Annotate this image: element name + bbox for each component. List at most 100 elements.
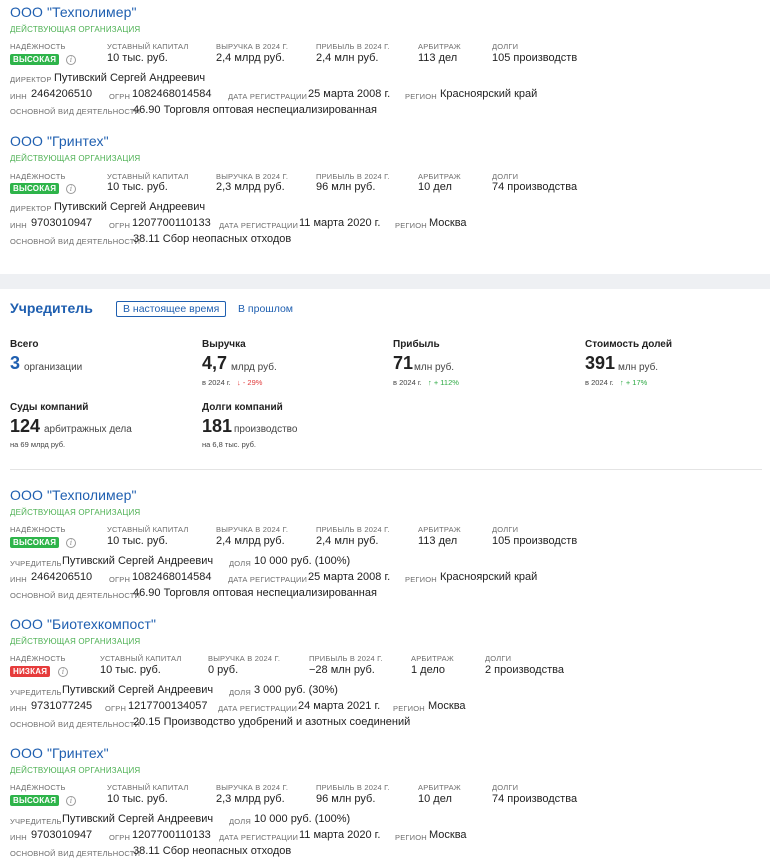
ogrn-value: 1217700134057 xyxy=(128,700,208,712)
arbitration-value: 10 дел xyxy=(418,181,452,193)
revenue-value: 2,3 млрд руб. xyxy=(216,181,285,193)
stat-debts-unit: производство xyxy=(234,424,298,435)
arbitration-label: АРБИТРАЖ xyxy=(418,172,461,181)
activity-label: ОСНОВНОЙ ВИД ДЕЯТЕЛЬНОСТИ xyxy=(10,107,141,116)
reg-date-value: 25 марта 2008 г. xyxy=(308,571,391,583)
region-value: Москва xyxy=(428,700,466,712)
activity-label: ОСНОВНОЙ ВИД ДЕЯТЕЛЬНОСТИ xyxy=(10,720,141,729)
person-role-label: ДИРЕКТОР xyxy=(10,75,52,84)
region-label: РЕГИОН xyxy=(393,704,425,713)
company-name-link[interactable]: ООО "Гринтех" xyxy=(10,133,109,149)
reg-date-value: 11 марта 2020 г. xyxy=(299,829,381,841)
capital-label: УСТАВНЫЙ КАПИТАЛ xyxy=(107,172,189,181)
company-status: ДЕЙСТВУЮЩАЯ ОРГАНИЗАЦИЯ xyxy=(10,25,141,34)
company-name-link[interactable]: ООО "Техполимер" xyxy=(10,487,137,503)
inn-value: 9703010947 xyxy=(31,217,93,229)
stat-total-value[interactable]: 3 xyxy=(10,353,20,374)
stat-revenue-unit: млрд руб. xyxy=(231,362,277,373)
share-label: ДОЛЯ xyxy=(229,559,251,568)
company-name-link[interactable]: ООО "Техполимер" xyxy=(10,4,137,20)
ogrn-label: ОГРН xyxy=(109,92,131,101)
reg-date-value: 11 марта 2020 г. xyxy=(299,217,381,229)
stat-courts-label: Суды компаний xyxy=(10,402,89,413)
revenue-label: ВЫРУЧКА В 2024 Г. xyxy=(208,654,281,663)
inn-value: 2464206510 xyxy=(31,571,93,583)
info-icon[interactable]: i xyxy=(66,55,76,65)
region-label: РЕГИОН xyxy=(395,833,427,842)
debts-label: ДОЛГИ xyxy=(492,172,519,181)
reliability-badge: ВЫСОКАЯ xyxy=(10,795,60,806)
reliability-badge: ВЫСОКАЯ xyxy=(10,54,60,65)
share-label: ДОЛЯ xyxy=(229,817,251,826)
stat-total-unit: организации xyxy=(24,362,83,373)
capital-label: УСТАВНЫЙ КАПИТАЛ xyxy=(100,654,182,663)
company-name-link[interactable]: ООО "Биотехкомпост" xyxy=(10,616,156,632)
inn-label: ИНН xyxy=(10,833,27,842)
person-link[interactable]: Путивский Сергей Андреевич xyxy=(54,72,205,84)
debts-value: 74 производства xyxy=(492,181,578,193)
info-icon[interactable]: i xyxy=(58,667,68,677)
ogrn-label: ОГРН xyxy=(105,704,127,713)
activity-label: ОСНОВНОЙ ВИД ДЕЯТЕЛЬНОСТИ xyxy=(10,591,141,600)
profit-label: ПРИБЫЛЬ В 2024 Г. xyxy=(316,42,390,51)
stat-debts-sub: на 6,8 тыс. руб. xyxy=(202,440,256,449)
revenue-value: 2,3 млрд руб. xyxy=(216,793,285,805)
reg-date-label: ДАТА РЕГИСТРАЦИИ xyxy=(228,575,308,584)
tab-past[interactable]: В прошлом xyxy=(238,303,293,315)
capital-value: 10 тыс. руб. xyxy=(107,181,168,193)
capital-value: 10 тыс. руб. xyxy=(107,52,168,64)
revenue-label: ВЫРУЧКА В 2024 Г. xyxy=(216,783,289,792)
company-status: ДЕЙСТВУЮЩАЯ ОРГАНИЗАЦИЯ xyxy=(10,766,141,775)
capital-value: 10 тыс. руб. xyxy=(100,664,161,676)
debts-label: ДОЛГИ xyxy=(485,654,512,663)
reliability-badge: ВЫСОКАЯ xyxy=(10,537,60,548)
reliability-label: НАДЁЖНОСТЬ xyxy=(10,42,66,51)
info-icon[interactable]: i xyxy=(66,796,76,806)
reg-date-value: 25 марта 2008 г. xyxy=(308,88,391,100)
ogrn-value: 1207700110133 xyxy=(132,829,211,841)
activity-label: ОСНОВНОЙ ВИД ДЕЯТЕЛЬНОСТИ xyxy=(10,849,141,858)
info-icon[interactable]: i xyxy=(66,184,76,194)
arbitration-label: АРБИТРАЖ xyxy=(411,654,454,663)
person-link[interactable]: Путивский Сергей Андреевич xyxy=(62,813,213,825)
stat-debts-label: Долги компаний xyxy=(202,402,283,413)
activity-value: 38.11 Сбор неопасных отходов xyxy=(133,845,292,857)
capital-label: УСТАВНЫЙ КАПИТАЛ xyxy=(107,783,189,792)
reliability-label: НАДЁЖНОСТЬ xyxy=(10,654,66,663)
capital-value: 10 тыс. руб. xyxy=(107,535,168,547)
profit-value: 2,4 млн руб. xyxy=(316,52,379,64)
stat-revenue-label: Выручка xyxy=(202,339,246,350)
profit-label: ПРИБЫЛЬ В 2024 Г. xyxy=(309,654,383,663)
debts-label: ДОЛГИ xyxy=(492,42,519,51)
reliability-label: НАДЁЖНОСТЬ xyxy=(10,525,66,534)
arbitration-value: 113 дел xyxy=(418,52,458,64)
capital-value: 10 тыс. руб. xyxy=(107,793,168,805)
reg-date-value: 24 марта 2021 г. xyxy=(298,700,381,712)
stat-revenue-year: в 2024 г. xyxy=(202,378,231,387)
debts-value: 74 производства xyxy=(492,793,578,805)
ogrn-label: ОГРН xyxy=(109,575,131,584)
revenue-value: 0 руб. xyxy=(208,664,239,676)
capital-label: УСТАВНЫЙ КАПИТАЛ xyxy=(107,42,189,51)
info-icon[interactable]: i xyxy=(66,538,76,548)
person-link[interactable]: Путивский Сергей Андреевич xyxy=(54,201,205,213)
reliability-label: НАДЁЖНОСТЬ xyxy=(10,783,66,792)
person-link[interactable]: Путивский Сергей Андреевич xyxy=(62,555,213,567)
stat-shares-unit: млн руб. xyxy=(618,362,659,373)
stat-courts-sub: на 69 млрд руб. xyxy=(10,440,66,449)
section-title: Учредитель xyxy=(10,300,93,316)
inn-label: ИНН xyxy=(10,221,27,230)
company-name-link[interactable]: ООО "Гринтех" xyxy=(10,745,109,761)
stat-profit-year: в 2024 г. xyxy=(393,378,422,387)
share-label: ДОЛЯ xyxy=(229,688,251,697)
arbitration-value: 1 дело xyxy=(411,664,446,676)
inn-value: 9703010947 xyxy=(31,829,93,841)
tab-current[interactable]: В настоящее время xyxy=(116,301,227,317)
share-value: 10 000 руб. (100%) xyxy=(254,813,351,825)
inn-label: ИНН xyxy=(10,92,27,101)
person-link[interactable]: Путивский Сергей Андреевич xyxy=(62,684,213,696)
debts-value: 105 производств xyxy=(492,52,578,64)
activity-value: 46.90 Торговля оптовая неспециализирован… xyxy=(133,104,377,116)
reg-date-label: ДАТА РЕГИСТРАЦИИ xyxy=(219,221,299,230)
activity-value: 38.11 Сбор неопасных отходов xyxy=(133,233,292,245)
